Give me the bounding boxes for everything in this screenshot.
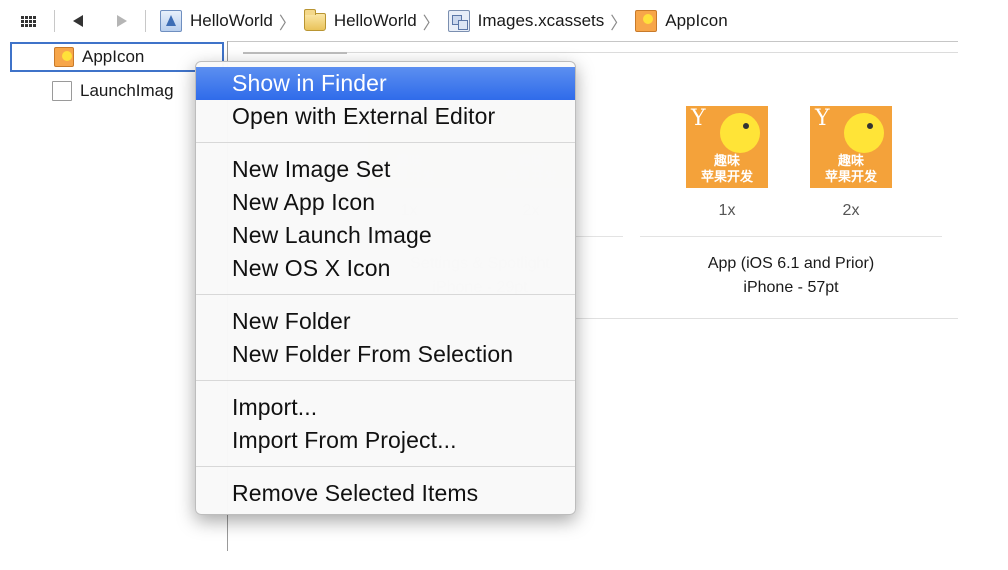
jump-bar: HelloWorld 〉 HelloWorld 〉 Images.xcasset… bbox=[0, 0, 1008, 42]
menu-item-import[interactable]: Import... bbox=[196, 391, 575, 424]
breadcrumb-label: HelloWorld bbox=[333, 11, 417, 30]
navigator-item-launchimage[interactable]: LaunchImag bbox=[10, 76, 224, 106]
app-icon-set-icon bbox=[635, 10, 658, 32]
asset-area-top-border bbox=[243, 52, 958, 53]
breadcrumb-project[interactable]: HelloWorld 〉 bbox=[160, 8, 304, 34]
chick-eye bbox=[743, 123, 749, 129]
menu-item-new-app-icon[interactable]: New App Icon bbox=[196, 186, 575, 219]
navigator-item-appicon[interactable]: AppIcon bbox=[10, 42, 224, 72]
chick-icon bbox=[844, 113, 884, 153]
toolbar-separator bbox=[145, 10, 146, 32]
thumbnail-letter: Y bbox=[815, 106, 830, 131]
thumbnail-text-line2: 苹果开发 bbox=[824, 169, 877, 184]
chevron-right-icon: 〉 bbox=[422, 13, 440, 33]
breadcrumb-label: Images.xcassets bbox=[477, 11, 605, 30]
chick-eye bbox=[867, 123, 873, 129]
folder-icon bbox=[303, 9, 326, 31]
menu-item-open-with-external-editor[interactable]: Open with External Editor bbox=[196, 100, 575, 133]
icon-slot-1x[interactable]: Y 趣味 苹果开发 bbox=[686, 106, 768, 188]
context-menu: Show in Finder Open with External Editor… bbox=[195, 61, 576, 515]
back-arrow-icon[interactable] bbox=[70, 11, 86, 31]
scale-label: 2x bbox=[842, 202, 860, 219]
breadcrumb-appicon[interactable]: AppIcon bbox=[635, 8, 728, 34]
breadcrumb-folder[interactable]: HelloWorld 〉 bbox=[303, 8, 448, 34]
menu-item-new-folder-from-selection[interactable]: New Folder From Selection bbox=[196, 338, 575, 371]
group-caption-line1: App (iOS 6.1 and Prior) bbox=[707, 255, 875, 272]
asset-area-header-accent bbox=[243, 52, 347, 54]
menu-separator bbox=[196, 142, 575, 143]
project-icon bbox=[160, 10, 182, 32]
menu-item-new-launch-image[interactable]: New Launch Image bbox=[196, 219, 575, 252]
editor-top-border bbox=[228, 41, 958, 42]
menu-item-new-os-x-icon[interactable]: New OS X Icon bbox=[196, 252, 575, 285]
breadcrumb: HelloWorld 〉 HelloWorld 〉 Images.xcasset… bbox=[160, 8, 728, 34]
chick-icon bbox=[720, 113, 760, 153]
menu-separator bbox=[196, 294, 575, 295]
toolbar-separator bbox=[54, 10, 55, 32]
breadcrumb-label: AppIcon bbox=[665, 11, 728, 30]
menu-item-remove-selected-items[interactable]: Remove Selected Items bbox=[196, 477, 575, 510]
asset-catalog-icon bbox=[447, 10, 470, 32]
thumbnail-letter: Y bbox=[691, 106, 706, 131]
group-caption: App (iOS 6.1 and Prior) iPhone - 57pt bbox=[640, 252, 942, 300]
menu-item-import-from-project[interactable]: Import From Project... bbox=[196, 424, 575, 457]
group-divider bbox=[640, 236, 942, 237]
navigator-item-label: AppIcon bbox=[82, 47, 145, 66]
menu-separator bbox=[196, 380, 575, 381]
menu-separator bbox=[196, 466, 575, 467]
chevron-right-icon: 〉 bbox=[610, 13, 628, 33]
launch-image-icon bbox=[52, 81, 72, 101]
navigator-item-label: LaunchImag bbox=[80, 81, 174, 100]
forward-arrow-icon[interactable] bbox=[114, 11, 130, 31]
scale-label: 1x bbox=[718, 202, 736, 219]
thumbnail-text-line2: 苹果开发 bbox=[700, 169, 753, 184]
breadcrumb-label: HelloWorld bbox=[190, 11, 273, 30]
related-items-grid-icon[interactable] bbox=[20, 11, 36, 31]
menu-item-new-image-set[interactable]: New Image Set bbox=[196, 153, 575, 186]
chevron-right-icon: 〉 bbox=[278, 13, 296, 33]
group-caption-line2: iPhone - 57pt bbox=[743, 279, 839, 296]
menu-item-show-in-finder[interactable]: Show in Finder bbox=[196, 67, 575, 100]
menu-item-new-folder[interactable]: New Folder bbox=[196, 305, 575, 338]
app-icon-set-icon bbox=[54, 47, 74, 67]
breadcrumb-asset-catalog[interactable]: Images.xcassets 〉 bbox=[447, 8, 636, 34]
icon-slot-2x[interactable]: Y 趣味 苹果开发 bbox=[810, 106, 892, 188]
